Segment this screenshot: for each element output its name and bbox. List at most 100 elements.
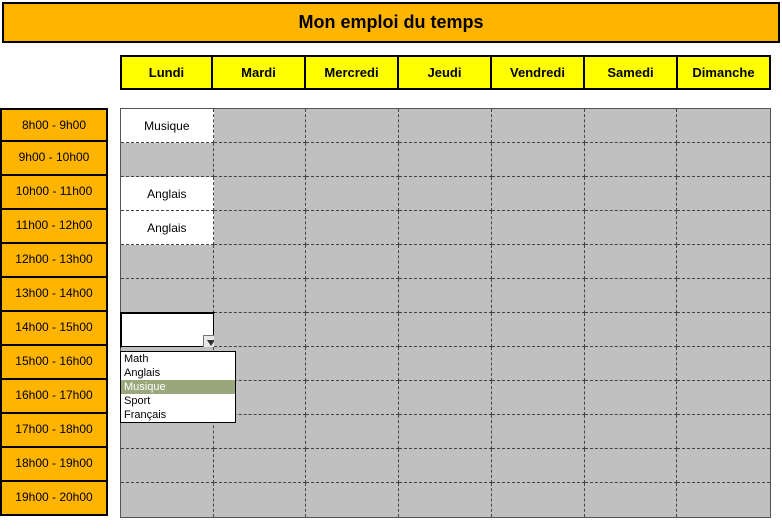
grid-cell[interactable] [585,415,678,449]
grid-cell[interactable] [585,449,678,483]
grid-cell[interactable] [492,245,585,279]
grid-cell[interactable]: MathAnglaisMusiqueSportFrançais [121,313,214,347]
grid-cell[interactable] [399,415,492,449]
grid-cell[interactable] [306,177,399,211]
dropdown-item[interactable]: Musique [121,380,235,394]
grid-cell[interactable] [585,313,678,347]
grid-cell[interactable] [399,449,492,483]
grid-cell[interactable] [492,381,585,415]
grid-cell[interactable] [214,245,307,279]
grid-cell[interactable] [585,109,678,143]
grid-cell[interactable] [677,313,770,347]
grid-row [121,245,770,279]
grid-cell[interactable] [492,347,585,381]
dropdown-list[interactable]: MathAnglaisMusiqueSportFrançais [120,351,236,423]
grid-cell[interactable] [399,279,492,313]
grid-cell[interactable] [214,109,307,143]
grid-cell[interactable] [492,177,585,211]
grid-cell[interactable] [492,483,585,517]
grid-cell[interactable] [214,483,307,517]
grid-cell[interactable] [399,245,492,279]
grid-cell[interactable] [306,415,399,449]
grid-row: Anglais [121,211,770,245]
grid-cell[interactable] [585,143,678,177]
grid-cell[interactable] [306,245,399,279]
grid-cell[interactable] [399,381,492,415]
time-slot-1: 9h00 - 10h00 [0,142,108,176]
grid-cell[interactable] [677,381,770,415]
grid-cell[interactable] [585,381,678,415]
dropdown-item[interactable]: Sport [121,394,235,408]
grid-cell[interactable] [585,483,678,517]
dropdown-item[interactable]: Math [121,352,235,366]
grid-cell[interactable] [306,279,399,313]
grid-cell[interactable] [492,109,585,143]
grid-cell[interactable] [585,279,678,313]
grid-cell[interactable] [214,211,307,245]
grid-cell[interactable] [214,143,307,177]
grid-cell[interactable]: Anglais [121,177,214,211]
grid-cell[interactable] [306,109,399,143]
grid-cell[interactable] [677,449,770,483]
grid-cell[interactable] [306,347,399,381]
time-slot-9: 17h00 - 18h00 [0,414,108,448]
schedule-grid: MusiqueAnglaisAnglaisMathAnglaisMusiqueS… [120,108,771,518]
grid-cell[interactable] [214,279,307,313]
grid-cell[interactable] [585,211,678,245]
day-header-1: Mardi [213,55,306,90]
grid-cell[interactable] [677,347,770,381]
grid-cell[interactable] [121,279,214,313]
day-header-2: Mercredi [306,55,399,90]
grid-cell[interactable] [492,415,585,449]
grid-cell[interactable] [677,245,770,279]
grid-cell[interactable] [492,143,585,177]
grid-cell[interactable] [306,483,399,517]
grid-cell[interactable] [677,483,770,517]
time-slot-2: 10h00 - 11h00 [0,176,108,210]
grid-cell[interactable] [214,313,307,347]
grid-cell[interactable] [677,177,770,211]
grid-row [121,143,770,177]
dropdown-item[interactable]: Français [121,408,235,422]
grid-cell[interactable] [399,211,492,245]
grid-cell[interactable]: Anglais [121,211,214,245]
grid-row: Musique [121,109,770,143]
grid-cell[interactable] [585,177,678,211]
page-title: Mon emploi du temps [2,2,780,43]
grid-row: Anglais [121,177,770,211]
grid-cell[interactable] [306,211,399,245]
grid-cell[interactable] [677,211,770,245]
grid-cell[interactable] [214,449,307,483]
grid-cell[interactable] [585,347,678,381]
grid-cell[interactable]: Musique [121,109,214,143]
grid-cell[interactable] [306,449,399,483]
grid-cell[interactable] [121,483,214,517]
grid-cell[interactable] [399,177,492,211]
grid-cell[interactable] [677,143,770,177]
grid-cell[interactable] [677,415,770,449]
grid-cell[interactable] [677,109,770,143]
grid-cell[interactable] [492,211,585,245]
grid-cell[interactable] [492,279,585,313]
grid-cell[interactable] [399,109,492,143]
grid-cell[interactable] [492,449,585,483]
time-slot-5: 13h00 - 14h00 [0,278,108,312]
grid-cell[interactable] [492,313,585,347]
grid-cell[interactable] [121,245,214,279]
grid-cell[interactable] [399,143,492,177]
day-header-4: Vendredi [492,55,585,90]
grid-cell[interactable] [306,381,399,415]
grid-cell[interactable] [399,313,492,347]
grid-cell[interactable] [306,313,399,347]
grid-cell[interactable] [214,177,307,211]
grid-cell[interactable] [399,347,492,381]
grid-cell[interactable] [399,483,492,517]
grid-cell[interactable] [306,143,399,177]
grid-cell[interactable] [585,245,678,279]
day-header-0: Lundi [120,55,213,90]
body-row: 8h00 - 9h009h00 - 10h0010h00 - 11h0011h0… [0,108,782,518]
dropdown-item[interactable]: Anglais [121,366,235,380]
grid-cell[interactable] [121,449,214,483]
grid-cell[interactable] [677,279,770,313]
grid-cell[interactable] [121,143,214,177]
